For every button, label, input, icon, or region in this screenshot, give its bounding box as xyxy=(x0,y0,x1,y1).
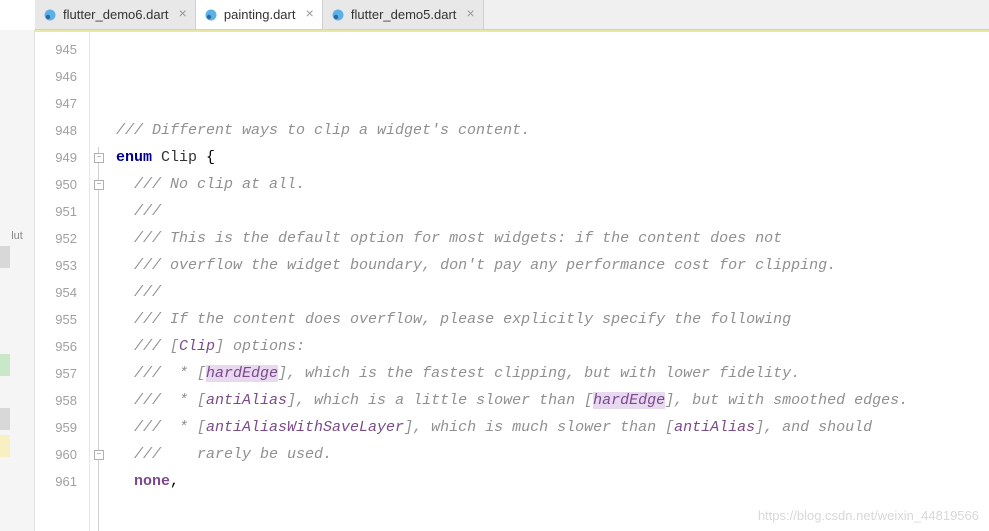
code-line[interactable]: /// overflow the widget boundary, don't … xyxy=(116,252,989,279)
fold-slot xyxy=(90,279,108,306)
fold-slot xyxy=(90,414,108,441)
tab-0[interactable]: flutter_demo6.dart × xyxy=(35,0,196,29)
close-icon[interactable]: × xyxy=(179,7,187,23)
fold-slot xyxy=(90,252,108,279)
line-number: 961 xyxy=(35,468,89,495)
fold-gutter: − − − xyxy=(90,32,108,531)
code-line[interactable]: /// [Clip] options: xyxy=(116,333,989,360)
tab-label: painting.dart xyxy=(224,7,296,22)
fold-slot xyxy=(90,90,108,117)
change-marker xyxy=(0,246,10,268)
code-line[interactable]: /// xyxy=(116,279,989,306)
code-line[interactable]: /// If the content does overflow, please… xyxy=(116,306,989,333)
fold-slot xyxy=(90,198,108,225)
code-line[interactable] xyxy=(116,90,989,117)
line-number: 950 xyxy=(35,171,89,198)
line-number: 945 xyxy=(35,36,89,63)
fold-slot xyxy=(90,306,108,333)
code-line[interactable]: enum Clip { xyxy=(116,144,989,171)
fold-slot: − xyxy=(90,171,108,198)
close-icon[interactable]: × xyxy=(466,7,474,23)
fold-marker-icon[interactable]: − xyxy=(94,153,104,163)
line-number: 947 xyxy=(35,90,89,117)
code-line[interactable]: /// This is the default option for most … xyxy=(116,225,989,252)
code-line[interactable]: /// * [antiAliasWithSaveLayer], which is… xyxy=(116,414,989,441)
tab-2[interactable]: flutter_demo5.dart × xyxy=(323,0,484,29)
dart-file-icon xyxy=(331,8,345,22)
line-number: 960 xyxy=(35,441,89,468)
line-number: 959 xyxy=(35,414,89,441)
line-number: 946 xyxy=(35,63,89,90)
line-number: 952 xyxy=(35,225,89,252)
close-icon[interactable]: × xyxy=(305,7,313,23)
code-area[interactable]: /// Different ways to clip a widget's co… xyxy=(108,32,989,531)
code-line[interactable] xyxy=(116,63,989,90)
code-line[interactable]: /// * [hardEdge], which is the fastest c… xyxy=(116,360,989,387)
dart-file-icon xyxy=(204,8,218,22)
line-number: 951 xyxy=(35,198,89,225)
watermark: https://blog.csdn.net/weixin_44819566 xyxy=(758,508,979,523)
fold-slot: − xyxy=(90,441,108,468)
fold-slot xyxy=(90,63,108,90)
fold-slot xyxy=(90,360,108,387)
line-number: 948 xyxy=(35,117,89,144)
line-number: 956 xyxy=(35,333,89,360)
code-line[interactable]: /// No clip at all. xyxy=(116,171,989,198)
editor-tabs: flutter_demo6.dart × painting.dart × flu… xyxy=(35,0,989,30)
code-line[interactable]: /// Different ways to clip a widget's co… xyxy=(116,117,989,144)
fold-slot xyxy=(90,36,108,63)
fold-slot: − xyxy=(90,144,108,171)
fold-marker-icon[interactable]: − xyxy=(94,450,104,460)
fold-slot xyxy=(90,333,108,360)
line-number: 949 xyxy=(35,144,89,171)
fold-slot xyxy=(90,225,108,252)
dart-file-icon xyxy=(43,8,57,22)
code-line[interactable]: /// xyxy=(116,198,989,225)
line-number: 953 xyxy=(35,252,89,279)
line-number-gutter: 9459469479489499509519529539549559569579… xyxy=(35,32,90,531)
code-line[interactable] xyxy=(116,36,989,63)
change-marker xyxy=(0,408,10,430)
sidebar-text: lut xyxy=(11,230,23,242)
change-marker xyxy=(0,354,10,376)
editor-container: 9459469479489499509519529539549559569579… xyxy=(35,30,989,531)
fold-slot xyxy=(90,387,108,414)
tab-1[interactable]: painting.dart × xyxy=(196,0,323,29)
line-number: 955 xyxy=(35,306,89,333)
code-line[interactable]: /// * [antiAlias], which is a little slo… xyxy=(116,387,989,414)
line-number: 958 xyxy=(35,387,89,414)
code-line[interactable]: /// rarely be used. xyxy=(116,441,989,468)
fold-marker-icon[interactable]: − xyxy=(94,180,104,190)
tab-label: flutter_demo6.dart xyxy=(63,7,169,22)
change-marker xyxy=(0,435,10,457)
line-number: 957 xyxy=(35,360,89,387)
code-line[interactable]: none, xyxy=(116,468,989,495)
fold-slot xyxy=(90,468,108,495)
line-number: 954 xyxy=(35,279,89,306)
tab-label: flutter_demo5.dart xyxy=(351,7,457,22)
fold-slot xyxy=(90,117,108,144)
